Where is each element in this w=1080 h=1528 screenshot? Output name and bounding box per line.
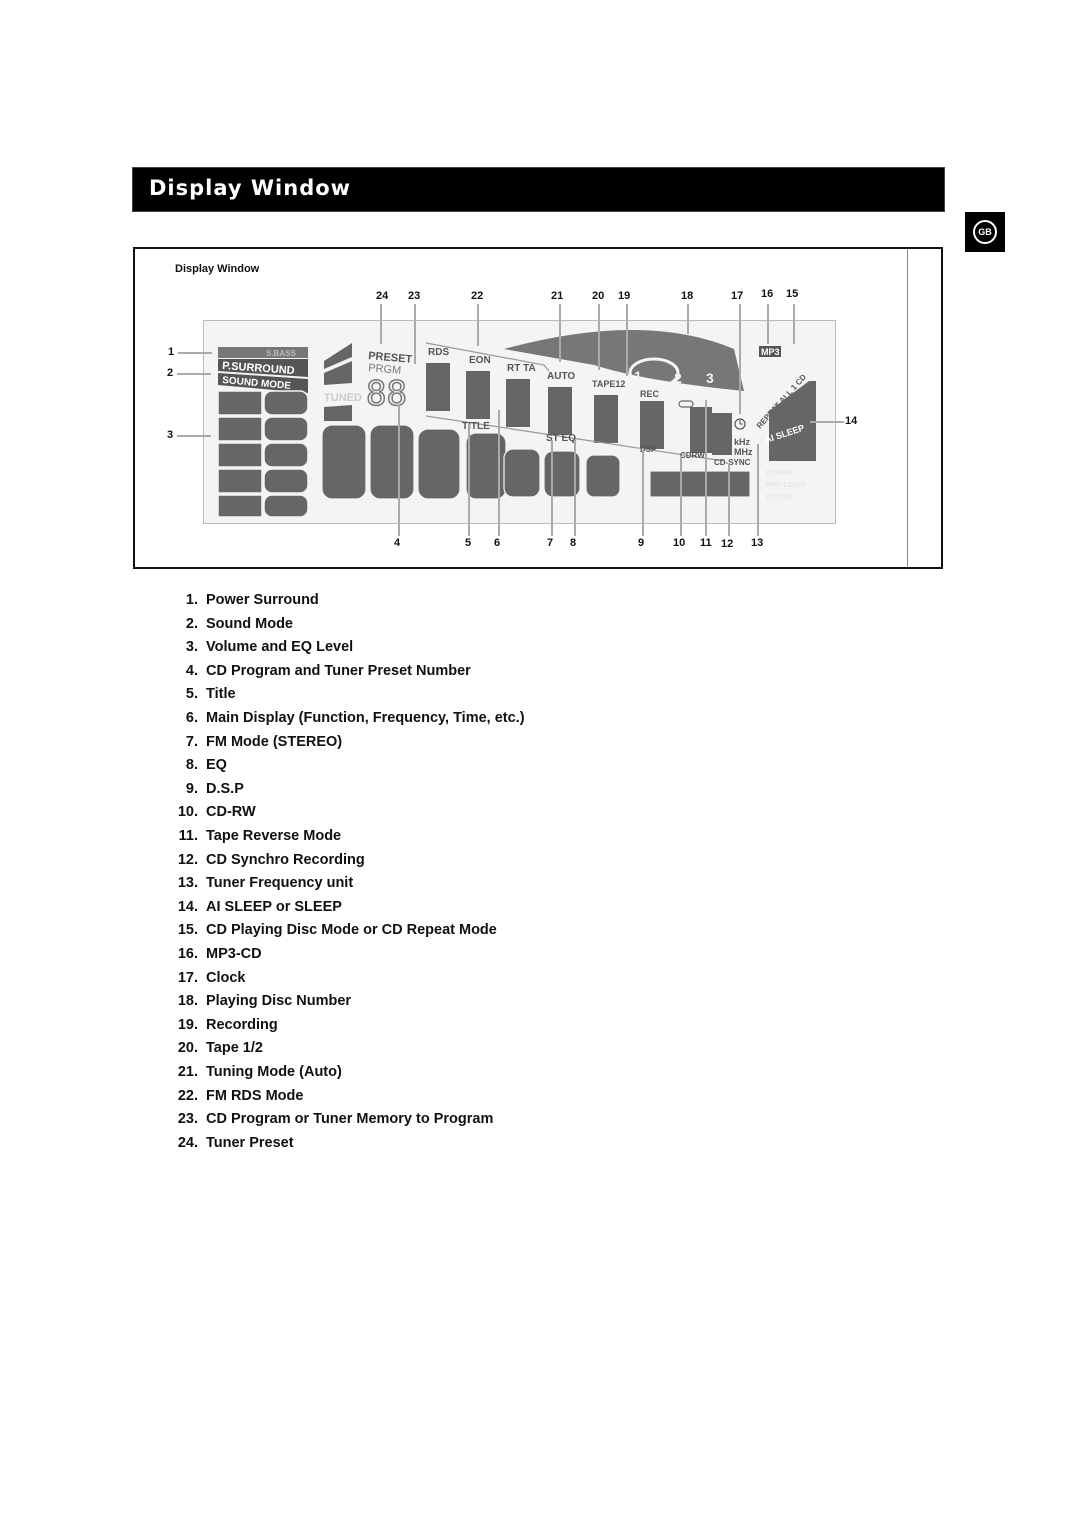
lcd-display-illustration: S.BASS P.SURROUND SOUND MODE TUNED PRESE… bbox=[203, 320, 836, 524]
callout-3: 3 bbox=[167, 429, 174, 441]
mp3-indicator: MP3 bbox=[759, 346, 781, 357]
callout-14: 14 bbox=[845, 415, 858, 427]
callout-19: 19 bbox=[618, 290, 631, 302]
callout-16: 16 bbox=[761, 288, 774, 300]
preset-number-digits: 88 bbox=[366, 374, 407, 414]
callout-21: 21 bbox=[551, 290, 564, 302]
callout-6: 6 bbox=[494, 537, 501, 549]
khz-label: kHz bbox=[734, 437, 751, 447]
rds-label: RDS bbox=[428, 347, 449, 358]
callout-17: 17 bbox=[731, 290, 744, 302]
callout-13: 13 bbox=[751, 537, 764, 549]
cdrw-label: CDRW bbox=[680, 451, 705, 460]
callout-18: 18 bbox=[681, 290, 694, 302]
callout-23: 23 bbox=[408, 290, 421, 302]
gb-circle-icon: GB bbox=[973, 220, 997, 244]
lcd-artwork: S.BASS P.SURROUND SOUND MODE TUNED PRESE… bbox=[217, 330, 816, 518]
callout-10: 10 bbox=[673, 537, 686, 549]
dolby-label-2: PRO-LOGIC bbox=[766, 482, 806, 489]
callout-4: 4 bbox=[394, 537, 401, 549]
section-title-bar: Display Window bbox=[132, 167, 945, 212]
callout-5: 5 bbox=[465, 537, 472, 549]
tape-reverse-icon bbox=[678, 400, 694, 408]
callout-1: 1 bbox=[168, 346, 175, 358]
callout-8: 8 bbox=[570, 537, 577, 549]
disc-3: 3 bbox=[706, 370, 714, 386]
svg-text:S.BASS: S.BASS bbox=[266, 349, 296, 358]
tuned-indicator: TUNED bbox=[324, 343, 362, 421]
rec-label: REC bbox=[640, 389, 660, 399]
callout-20: 20 bbox=[592, 290, 605, 302]
eon-label: EON bbox=[469, 355, 491, 366]
callout-9: 9 bbox=[638, 537, 645, 549]
spectrum-analyzer-bars bbox=[321, 424, 751, 500]
callout-22: 22 bbox=[471, 290, 484, 302]
mhz-label: MHz bbox=[734, 447, 753, 457]
disc-1: 1 bbox=[634, 368, 642, 384]
tape12-label: TAPE12 bbox=[592, 379, 625, 389]
volume-eq-level-bars bbox=[217, 390, 309, 518]
s-bass-indicator: S.BASS bbox=[218, 347, 308, 358]
rt-ta-label: RT TA bbox=[507, 363, 536, 374]
dolby-label-3: DIGITAL bbox=[766, 494, 794, 501]
dolby-label-1: DTS/EB bbox=[766, 470, 792, 477]
dolby-indicators: DTS/EB PRO-LOGIC DIGITAL bbox=[766, 470, 806, 501]
figure-caption: Display Window bbox=[175, 263, 260, 275]
callout-2: 2 bbox=[167, 367, 174, 379]
clock-icon bbox=[734, 418, 746, 430]
callout-15: 15 bbox=[786, 288, 799, 300]
svg-text:TUNED: TUNED bbox=[324, 392, 362, 404]
disc-2: 2 bbox=[674, 370, 682, 386]
callout-11: 11 bbox=[700, 537, 712, 549]
callout-7: 7 bbox=[547, 537, 554, 549]
language-badge: GB bbox=[965, 212, 1005, 252]
callout-12: 12 bbox=[721, 538, 734, 550]
cd-sync-label: CD-SYNC bbox=[714, 458, 751, 467]
auto-label: AUTO bbox=[547, 371, 575, 382]
callout-24: 24 bbox=[376, 290, 389, 302]
section-title: Display Window bbox=[149, 176, 352, 200]
svg-text:MP3: MP3 bbox=[761, 347, 780, 357]
title-label: TITLE bbox=[462, 421, 490, 432]
